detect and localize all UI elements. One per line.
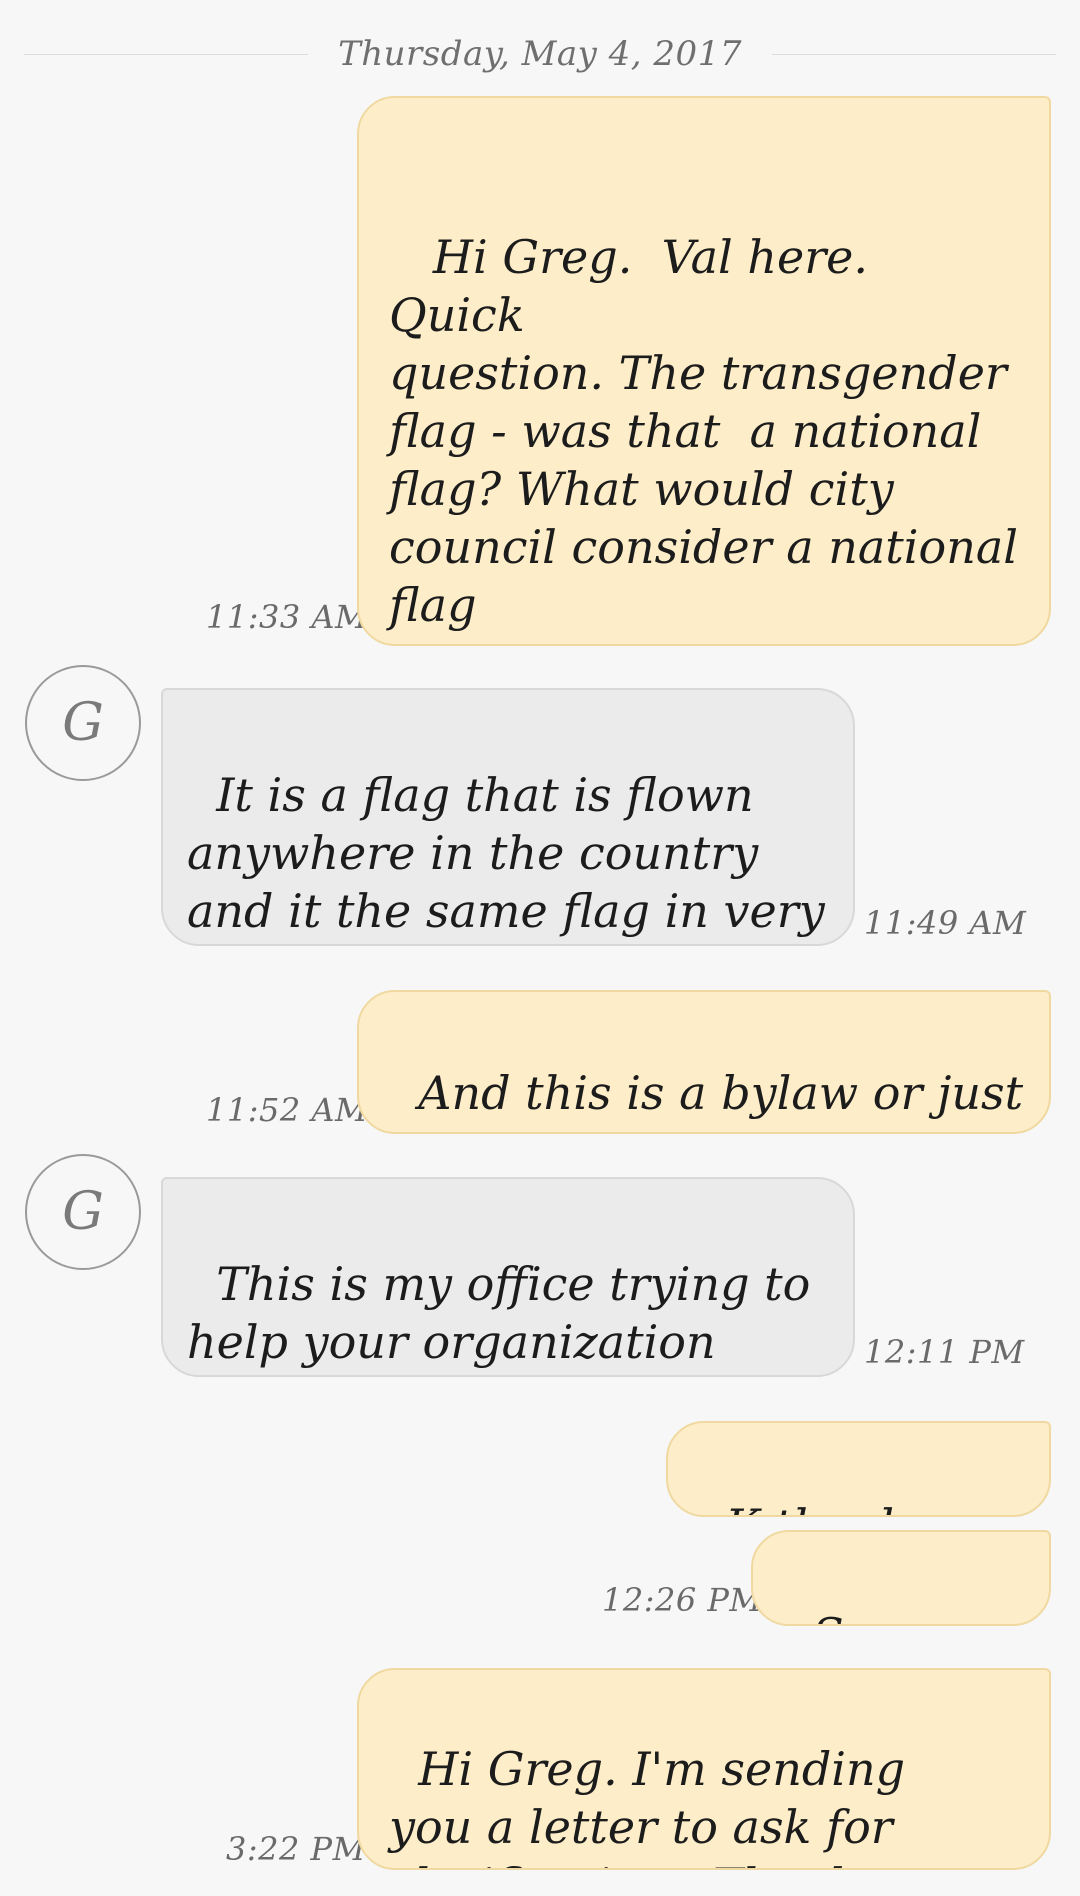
message-text: K thanks gteg5 [696,1499,946,1515]
message-text: Sorry Greg. [783,1608,956,1624]
contact-avatar[interactable]: G [25,665,141,781]
message-time: 12:26 PM [602,1581,763,1619]
contact-avatar[interactable]: G [25,1154,141,1270]
received-message-bubble[interactable]: This is my office trying to help your or… [161,1177,855,1377]
message-text: This is my office trying to help your or… [187,1257,811,1375]
divider-line-left [24,53,309,55]
divider-line-right [771,53,1057,55]
sent-message-bubble[interactable]: And this is a bylaw or just city council… [357,990,1051,1134]
message-time: 11:33 AM [206,598,369,636]
message-text: And this is a bylaw or just city council… [389,1066,1024,1132]
message-time: 3:22 PM [226,1830,366,1868]
message-text: Hi Greg. Val here. Quick question. The t… [389,230,1018,644]
message-time: 11:49 AM [864,904,1027,942]
sent-message-bubble[interactable]: Hi Greg. Val here. Quick question. The t… [357,96,1051,646]
avatar-initial: G [62,693,104,753]
avatar-initial: G [62,1182,104,1242]
message-text: It is a flag that is flown anywhere in t… [187,768,825,944]
message-text: Hi Greg. I'm sending you a letter to ask… [389,1742,970,1868]
received-message-bubble[interactable]: It is a flag that is flown anywhere in t… [161,688,855,946]
sent-message-bubble[interactable]: Sorry Greg. [751,1530,1051,1626]
sent-message-bubble[interactable]: Hi Greg. I'm sending you a letter to ask… [357,1668,1051,1870]
message-time: 11:52 AM [206,1091,369,1129]
message-time: 12:11 PM [864,1333,1025,1371]
date-divider: Thursday, May 4, 2017 [24,30,1057,78]
sent-message-bubble[interactable]: K thanks gteg5 [666,1421,1051,1517]
conversation-date: Thursday, May 4, 2017 [338,34,742,74]
